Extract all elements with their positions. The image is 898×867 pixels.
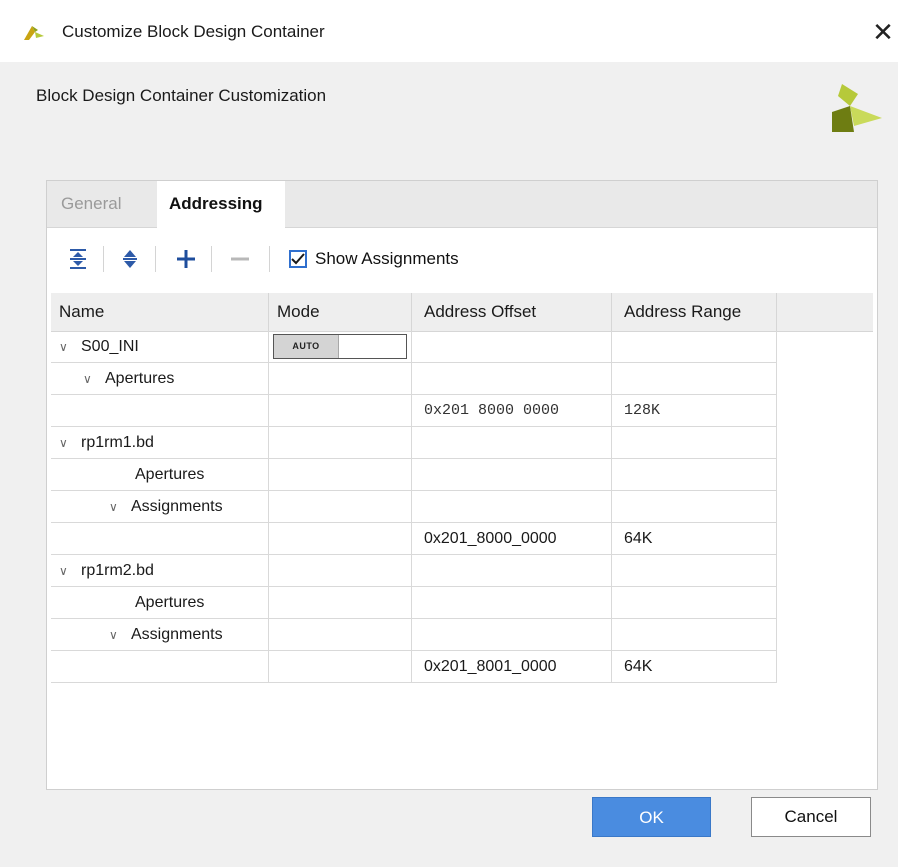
row-mode xyxy=(269,427,412,459)
column-header-address-range[interactable]: Address Range xyxy=(612,293,777,331)
row-range xyxy=(612,555,777,587)
tab-general[interactable]: General xyxy=(49,181,133,227)
table-row[interactable]: 0x201 8000 0000 128K xyxy=(51,395,777,427)
row-mode xyxy=(269,491,412,523)
chevron-down-icon[interactable]: ∨ xyxy=(83,364,97,395)
row-range xyxy=(612,587,777,619)
row-offset xyxy=(412,363,612,395)
column-header-address-offset[interactable]: Address Offset xyxy=(412,293,612,331)
row-name-cell: ∨ rp1rm2.bd xyxy=(51,555,269,587)
row-name: Assignments xyxy=(131,498,223,515)
row-name-cell: ∨ rp1rm1.bd xyxy=(51,427,269,459)
cancel-button[interactable]: Cancel xyxy=(751,797,871,837)
customization-panel: General Addressing Show Assignments Name… xyxy=(46,180,878,790)
chevron-down-icon[interactable]: ∨ xyxy=(59,428,73,459)
tab-addressing-label: Addressing xyxy=(169,194,263,213)
address-table: Name Mode Address Offset Address Range ∨… xyxy=(51,293,873,783)
show-assignments-label: Show Assignments xyxy=(315,249,459,268)
row-offset: 0x201_8001_0000 xyxy=(412,651,612,683)
table-row[interactable]: ∨ S00_INI AUTO xyxy=(51,331,777,363)
row-offset xyxy=(412,587,612,619)
column-header-mode[interactable]: Mode xyxy=(269,293,412,331)
row-name: rp1rm1.bd xyxy=(81,434,154,451)
row-name: Assignments xyxy=(131,626,223,643)
row-name xyxy=(51,651,269,683)
row-name-cell: ∨ Assignments xyxy=(51,491,269,523)
row-mode xyxy=(269,619,412,651)
row-name: Apertures xyxy=(105,370,175,387)
checkbox-checked-icon[interactable] xyxy=(289,250,307,268)
row-mode xyxy=(269,459,412,491)
expand-all-icon[interactable] xyxy=(115,244,145,274)
row-range xyxy=(612,331,777,363)
row-name xyxy=(51,395,269,427)
row-name: S00_INI xyxy=(81,338,139,355)
row-mode-cell: AUTO xyxy=(269,331,412,363)
table-row[interactable]: ∨ rp1rm1.bd xyxy=(51,427,777,459)
row-range: 64K xyxy=(612,523,777,555)
chevron-down-icon[interactable]: ∨ xyxy=(59,332,73,363)
row-name: rp1rm2.bd xyxy=(81,562,154,579)
row-name-cell: ∨ Assignments xyxy=(51,619,269,651)
table-row[interactable]: ∨ rp1rm2.bd xyxy=(51,555,777,587)
table-header: Name Mode Address Offset Address Range xyxy=(51,293,873,332)
chevron-down-icon[interactable]: ∨ xyxy=(109,492,123,523)
brand-logo-icon xyxy=(824,82,886,139)
app-logo-icon xyxy=(22,22,46,47)
table-row[interactable]: ∨ Assignments xyxy=(51,619,777,651)
row-mode xyxy=(269,363,412,395)
row-name: Apertures xyxy=(51,587,269,619)
row-offset xyxy=(412,331,612,363)
tab-general-label: General xyxy=(61,194,122,213)
row-mode xyxy=(269,395,412,427)
row-offset xyxy=(412,491,612,523)
row-name xyxy=(51,523,269,555)
row-range xyxy=(612,363,777,395)
row-range xyxy=(612,427,777,459)
table-row[interactable]: 0x201_8001_0000 64K xyxy=(51,651,777,683)
close-icon[interactable]: ✕ xyxy=(868,12,898,52)
mode-toggle-label: AUTO xyxy=(274,335,339,358)
column-header-name[interactable]: Name xyxy=(51,293,269,331)
table-row[interactable]: ∨ Assignments xyxy=(51,491,777,523)
tab-addressing[interactable]: Addressing xyxy=(157,181,285,228)
chevron-down-icon[interactable]: ∨ xyxy=(59,556,73,587)
show-assignments-checkbox[interactable]: Show Assignments xyxy=(289,246,459,272)
mode-toggle[interactable]: AUTO xyxy=(273,334,407,359)
table-row[interactable]: ∨ Apertures xyxy=(51,363,777,395)
row-offset xyxy=(412,619,612,651)
row-range xyxy=(612,619,777,651)
row-mode xyxy=(269,555,412,587)
row-name: Apertures xyxy=(51,459,269,491)
row-range: 128K xyxy=(612,395,777,427)
row-range: 64K xyxy=(612,651,777,683)
row-range xyxy=(612,491,777,523)
row-offset xyxy=(412,459,612,491)
row-offset: 0x201_8000_0000 xyxy=(412,523,612,555)
plus-icon[interactable] xyxy=(171,244,201,274)
row-offset xyxy=(412,427,612,459)
row-name-cell: ∨ S00_INI xyxy=(51,331,269,363)
table-row[interactable]: Apertures xyxy=(51,459,777,491)
row-name-cell: ∨ Apertures xyxy=(51,363,269,395)
chevron-down-icon[interactable]: ∨ xyxy=(109,620,123,651)
row-range xyxy=(612,459,777,491)
toolbar: Show Assignments xyxy=(47,228,877,290)
minus-icon[interactable] xyxy=(225,244,255,274)
page-subtitle: Block Design Container Customization xyxy=(36,86,327,105)
title-bar: Customize Block Design Container ✕ xyxy=(0,0,898,62)
table-row[interactable]: 0x201_8000_0000 64K xyxy=(51,523,777,555)
tab-bar: General Addressing xyxy=(47,181,877,228)
ok-button[interactable]: OK xyxy=(592,797,711,837)
row-offset xyxy=(412,555,612,587)
window-title: Customize Block Design Container xyxy=(62,22,325,41)
table-row[interactable]: Apertures xyxy=(51,587,777,619)
row-mode xyxy=(269,523,412,555)
row-mode xyxy=(269,651,412,683)
row-mode xyxy=(269,587,412,619)
collapse-all-icon[interactable] xyxy=(63,244,93,274)
row-offset: 0x201 8000 0000 xyxy=(412,395,612,427)
